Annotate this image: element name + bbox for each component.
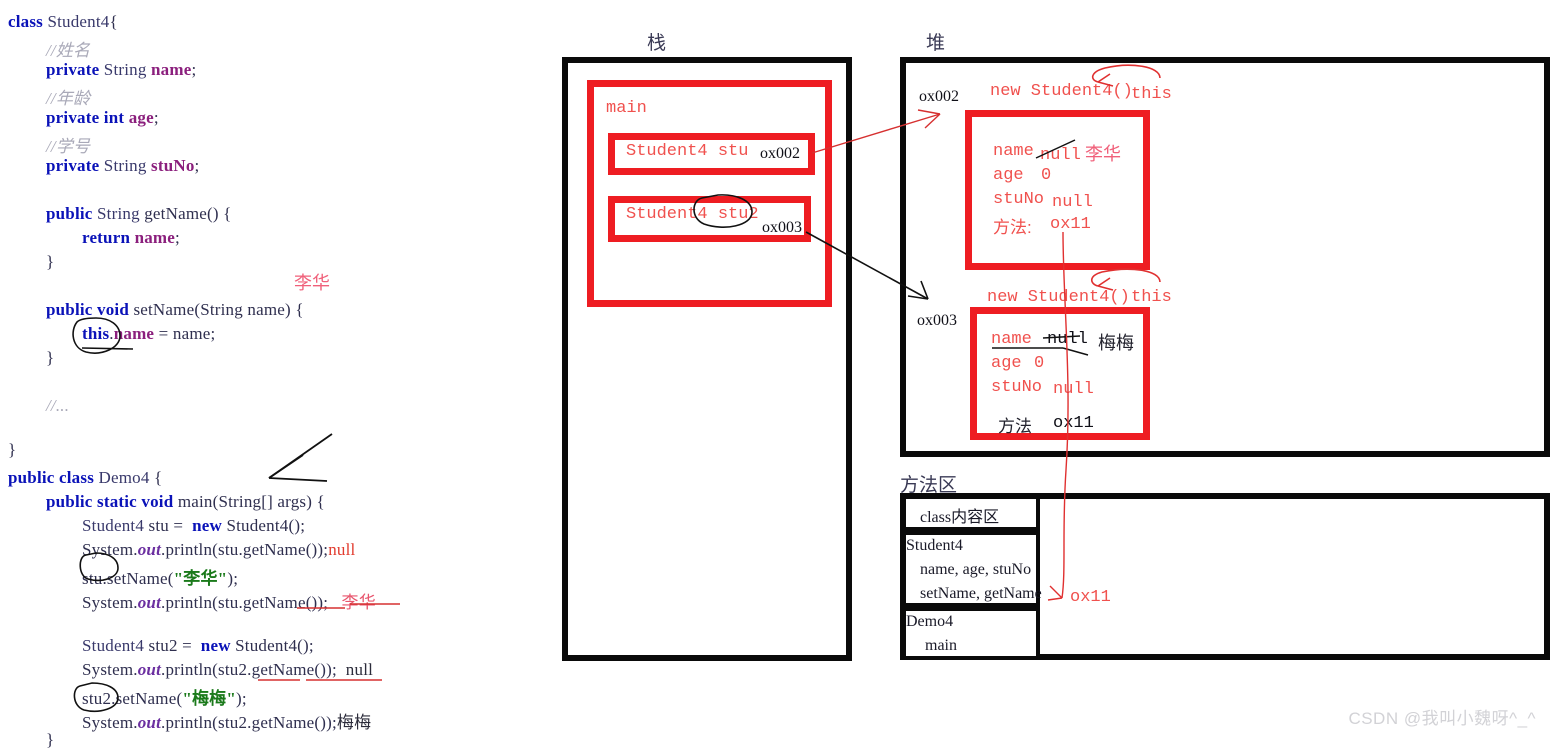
method-area-header-label: class内容区 [920,509,1000,526]
source-code-pane: class Student4{ //姓名 private String name; /… [0,0,540,749]
heap-obj2-this-label: this [1131,288,1172,307]
code-line-6: private String stuNo; [46,156,200,175]
method-area-entry-student4-member-1: setName, getName [920,585,1042,602]
code-line-0: class Student4{ [8,12,118,31]
heap-obj2-field-name-value: null [1047,330,1088,349]
heap-obj1-field-methods-value: ox11 [1050,215,1091,234]
heap-obj1-field-age-key: age [993,166,1024,185]
code-line-7: public String getName() { [46,204,232,223]
code-line-9: } [46,252,55,271]
heap-obj1-field-name-key: name [993,142,1034,161]
code-line-14: } [8,440,17,459]
heap-obj1-addr: ox002 [919,88,959,105]
code-line-22: System.out.println(stu2.getName()); null [82,660,374,679]
heap-obj1-field-methods-key: 方法: [993,218,1032,237]
code-line-5: //学号 [46,137,91,156]
heap-obj2-field-age-key: age [991,354,1022,373]
heap-obj1-this-label: this [1131,85,1172,104]
heap-obj2-field-methods-key: 方法 [998,417,1032,436]
code-line-12: } [46,348,55,367]
heap-obj1-field-name-value: null [1040,146,1081,165]
method-area-entry-student4-title: Student4 [906,537,963,554]
heap-obj2-field-name-newvalue: 梅梅 [1098,333,1134,353]
heap-obj2-field-age-value: 0 [1034,354,1045,373]
code-line-25: } [46,730,55,749]
code-line-24: System.out.println(stu2.getName());梅梅 [82,713,372,732]
code-line-15: public class Demo4 { [8,468,163,487]
heap-obj1-field-stuno-value: null [1052,193,1093,212]
code-line-20: System.out.println(stu.getName()); 李华 [82,593,376,612]
code-line-2: private String name; [46,60,197,79]
stack-slot-stu2-name: Student4 stu2 [626,205,759,224]
heap-obj2-field-stuno-key: stuNo [991,378,1043,397]
code-line-21: Student4 stu2 = new Student4(); [82,636,314,655]
heap-obj1-field-age-value: 0 [1041,166,1052,185]
watermark: CSDN @我叫小魏呀^_^ [1348,709,1536,728]
code-line-13: //... [46,396,70,415]
stack-slot-stu-addr: ox002 [760,145,800,162]
code-line-8: return name; [82,228,180,247]
heap-caption: 堆 [926,33,946,54]
method-area-pointer-label: ox11 [1070,588,1111,607]
code-line-19: stu.setName("李华"); [82,569,239,588]
code-line-4: private int age; [46,108,159,127]
method-area-entry-demo4-member-0: main [925,637,957,654]
code-line-10: public void setName(String name) { [46,300,304,319]
heap-obj1-title: new Student4() [990,82,1133,101]
stack-slot-stu2-addr: ox003 [762,219,802,236]
code-line-16: public static void main(String[] args) { [46,492,325,511]
code-line-23: stu2.setName("梅梅"); [82,689,247,708]
code-line-11: this.name = name; [82,324,216,343]
heap-obj2-title: new Student4() [987,288,1130,307]
heap-obj2-field-stuno-value: null [1053,380,1094,399]
code-line-1: //姓名 [46,41,91,60]
heap-obj2-field-name-key: name [991,330,1032,349]
method-area-entry-student4-member-0: name, age, stuNo [920,561,1032,578]
stack-slot-stu-name: Student4 stu [626,142,749,161]
code-line-18: System.out.println(stu.getName());null [82,540,356,559]
code-line-17: Student4 stu = new Student4(); [82,516,306,535]
heap-obj2-addr: ox003 [917,312,957,329]
annotation-lihua: 李华 [294,273,330,293]
code-line-3: //年龄 [46,89,91,108]
heap-obj1-field-name-newvalue: 李华 [1085,144,1121,164]
stack-caption: 栈 [647,33,667,54]
heap-obj1-field-stuno-key: stuNo [993,190,1045,209]
stack-frame-label: main [606,99,647,118]
heap-obj2-field-methods-value: ox11 [1053,414,1094,433]
method-area-entry-demo4-title: Demo4 [906,613,954,630]
